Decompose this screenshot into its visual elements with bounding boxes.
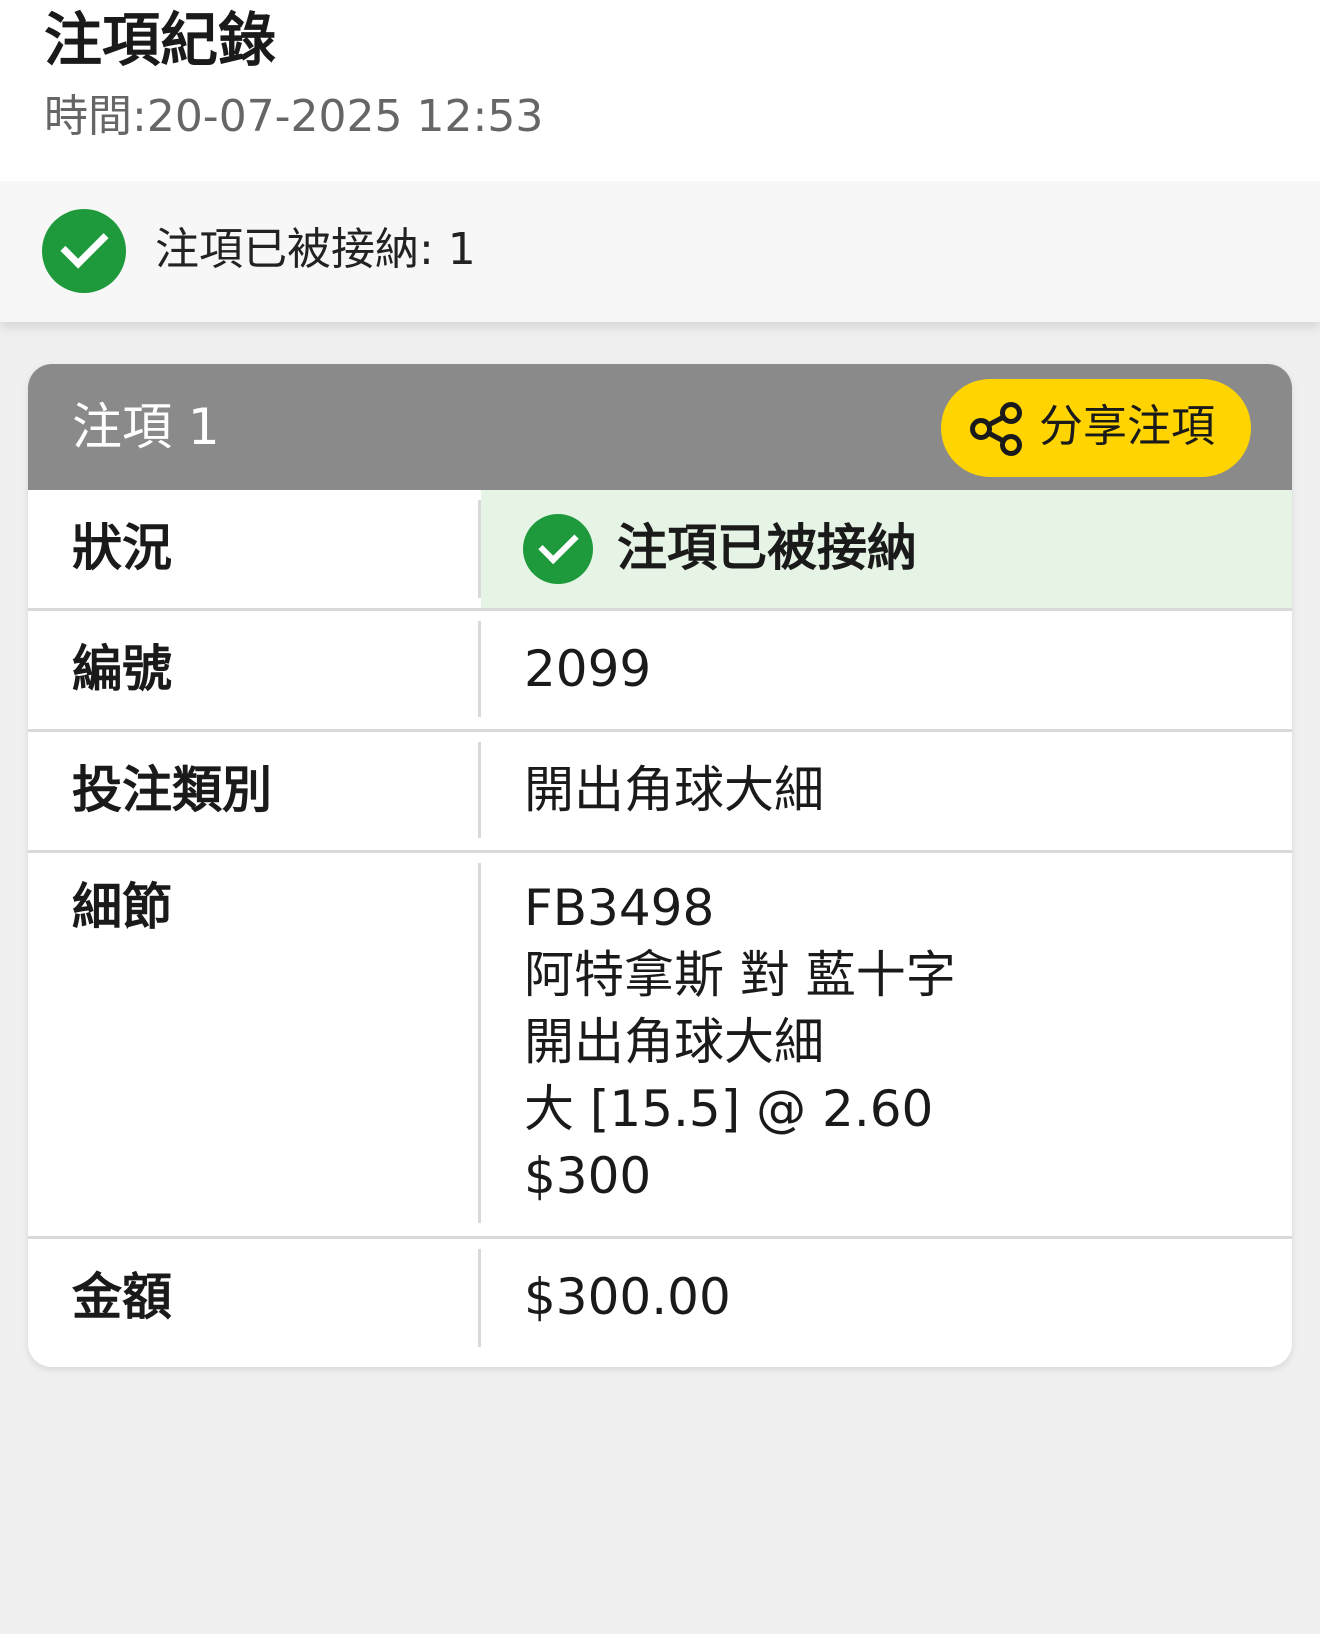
detail-bet-type: 開出角球大細 bbox=[524, 1013, 824, 1071]
bet-number-row: 編號 2099 bbox=[28, 611, 1292, 729]
status-value: 注項已被接納 bbox=[617, 519, 917, 577]
column-divider bbox=[478, 500, 481, 598]
column-divider bbox=[478, 1249, 481, 1347]
match-teams: 阿特拿斯 對 藍十字 bbox=[524, 946, 956, 1004]
details-value: FB3498 阿特拿斯 對 藍十字 開出角球大細 大 [15.5] @ 2.60… bbox=[524, 875, 956, 1210]
accepted-count-text: 注項已被接納: 1 bbox=[155, 224, 476, 275]
details-row: 細節 FB3498 阿特拿斯 對 藍十字 開出角球大細 大 [15.5] @ 2… bbox=[28, 853, 1292, 1236]
column-divider bbox=[478, 742, 481, 838]
bet-type-value: 開出角球大細 bbox=[524, 761, 824, 819]
status-row: 狀況 注項已被接納 bbox=[28, 490, 1292, 608]
bet-number-value: 2099 bbox=[524, 640, 652, 698]
selection-odds: 大 [15.5] @ 2.60 bbox=[524, 1080, 934, 1138]
details-label: 細節 bbox=[72, 878, 172, 936]
check-circle-icon bbox=[523, 514, 593, 584]
check-circle-icon bbox=[42, 209, 126, 293]
bet-type-row: 投注類別 開出角球大細 bbox=[28, 732, 1292, 850]
share-bet-button[interactable]: 分享注項 bbox=[941, 379, 1251, 477]
column-divider bbox=[478, 621, 481, 717]
acceptance-summary: 注項已被接納: 1 bbox=[0, 181, 1320, 322]
detail-stake: $300 bbox=[524, 1147, 652, 1205]
bet-card: 注項 1 分享注項 狀況 注項已被接納 編號 2099 投注類別 開出角球大細 … bbox=[28, 364, 1292, 1367]
bet-card-title: 注項 1 bbox=[72, 398, 220, 456]
amount-value: $300.00 bbox=[524, 1268, 731, 1326]
page-title: 注項紀錄 bbox=[44, 6, 277, 74]
amount-label: 金額 bbox=[72, 1268, 172, 1326]
amount-row: 金額 $300.00 bbox=[28, 1239, 1292, 1367]
status-value-cell: 注項已被接納 bbox=[481, 490, 1292, 608]
share-button-label: 分享注項 bbox=[1039, 401, 1215, 452]
bet-card-header: 注項 1 分享注項 bbox=[28, 364, 1292, 490]
bet-timestamp: 時間:20-07-2025 12:53 bbox=[44, 91, 544, 142]
column-divider bbox=[478, 863, 481, 1223]
status-label: 狀況 bbox=[72, 519, 172, 577]
share-icon bbox=[970, 402, 1022, 456]
bet-type-label: 投注類別 bbox=[72, 761, 272, 819]
page-header: 注項紀錄 時間:20-07-2025 12:53 bbox=[0, 0, 1320, 181]
bet-number-label: 編號 bbox=[72, 640, 172, 698]
match-code: FB3498 bbox=[524, 879, 715, 937]
